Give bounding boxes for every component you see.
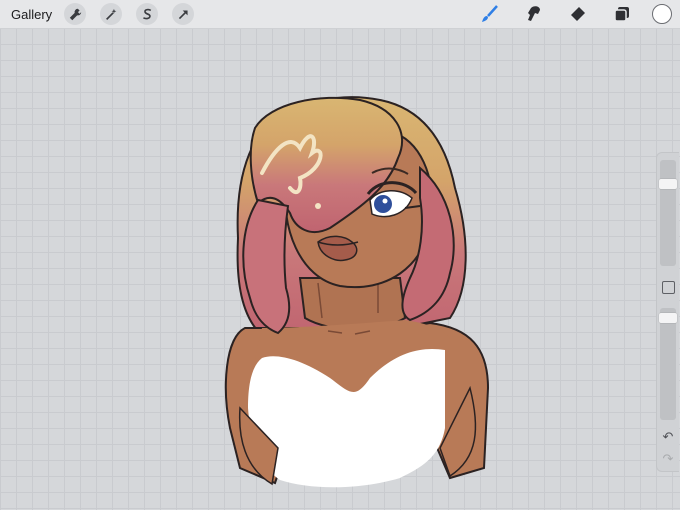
transform-button[interactable] xyxy=(172,3,195,25)
eraser-icon xyxy=(571,7,585,21)
brush-tool[interactable] xyxy=(478,2,502,26)
character-artwork xyxy=(224,96,490,488)
color-picker-button[interactable] xyxy=(652,4,672,24)
gallery-button[interactable]: Gallery xyxy=(11,7,52,22)
redo-icon[interactable]: ↷ xyxy=(660,452,676,466)
brush-icon xyxy=(482,5,498,22)
layers-icon xyxy=(614,7,629,22)
top-toolbar: Gallery xyxy=(0,0,680,29)
smudge-tool[interactable] xyxy=(522,2,546,26)
adjustments-button[interactable] xyxy=(100,3,123,25)
opacity-thumb[interactable] xyxy=(659,313,677,324)
brush-sidebar: ↶ ↷ xyxy=(656,152,679,472)
wrench-icon xyxy=(69,8,81,20)
right-toolbar xyxy=(478,0,680,28)
arrow-transform-icon xyxy=(178,9,188,19)
opacity-slider[interactable] xyxy=(659,308,677,420)
selection-s-icon xyxy=(142,8,151,19)
drawing-canvas[interactable] xyxy=(0,28,680,510)
undo-icon[interactable]: ↶ xyxy=(660,430,676,444)
brush-size-thumb[interactable] xyxy=(659,179,677,190)
layers-tool[interactable] xyxy=(610,2,634,26)
modify-button[interactable] xyxy=(662,281,675,294)
magic-wand-icon xyxy=(105,8,117,20)
smudge-icon xyxy=(528,6,540,21)
selection-button[interactable] xyxy=(136,3,159,25)
brush-size-slider[interactable] xyxy=(659,160,677,266)
eraser-tool[interactable] xyxy=(566,2,590,26)
actions-button[interactable] xyxy=(64,3,87,25)
